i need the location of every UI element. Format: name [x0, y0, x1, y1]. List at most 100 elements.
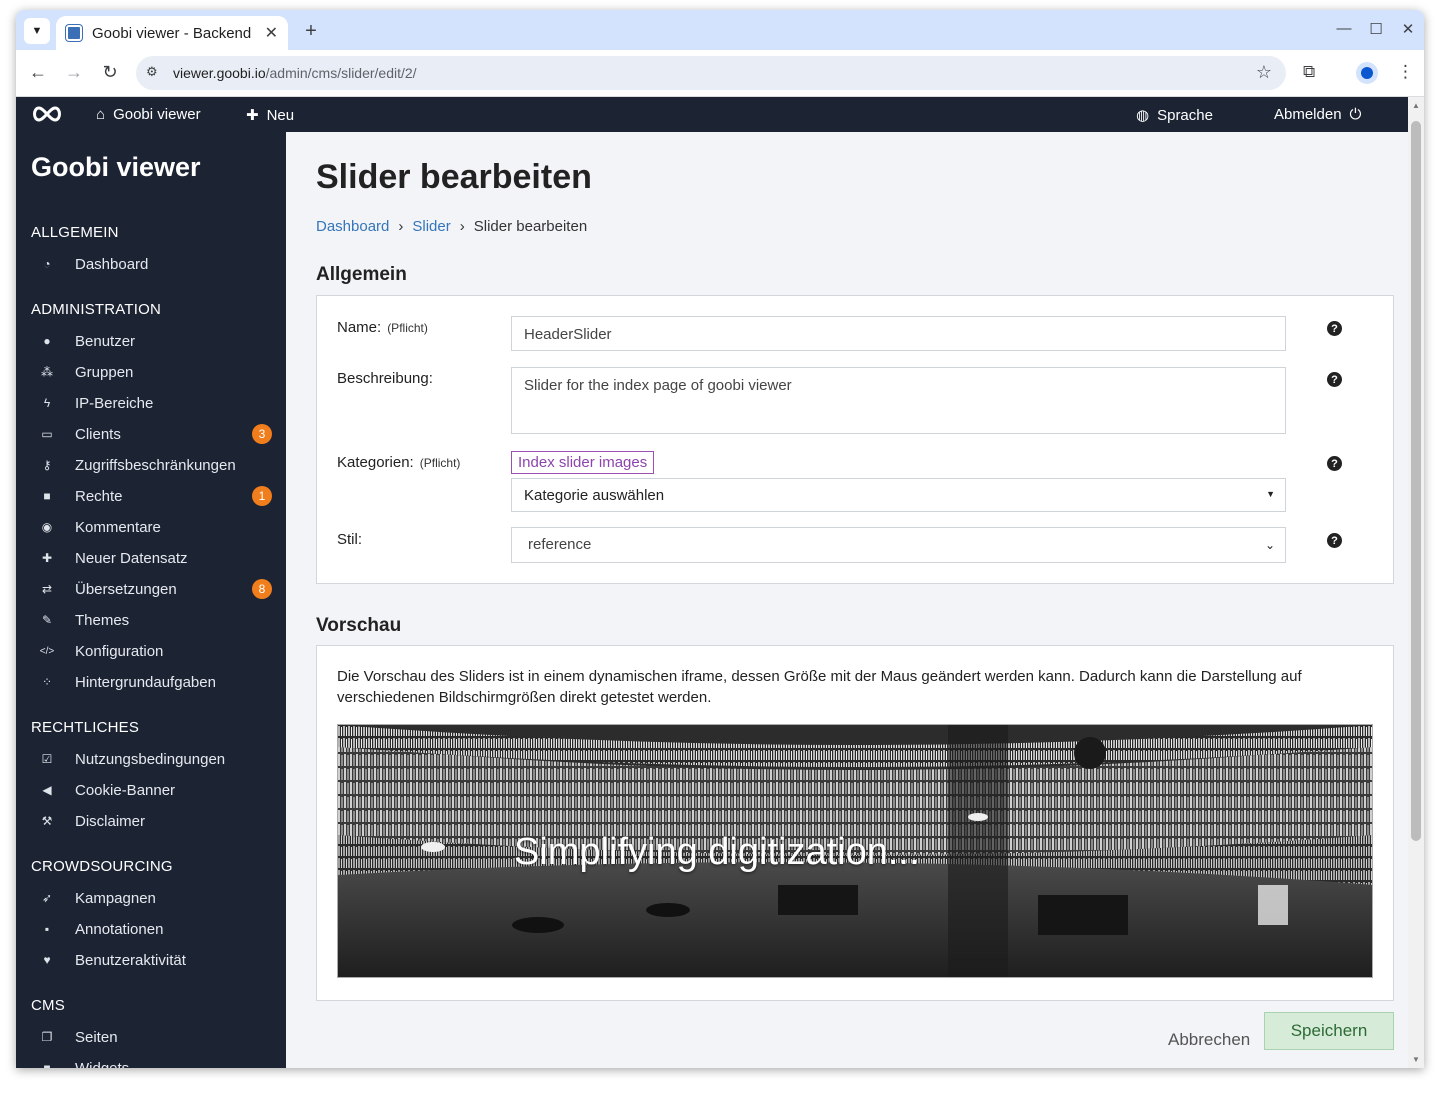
- sidebar-item-ip-ranges[interactable]: ϟ IP-Bereiche: [40, 391, 272, 415]
- sidebar-item-translations[interactable]: ⇄ Übersetzungen 8: [40, 577, 272, 601]
- name-label: Name: (Pflicht): [337, 319, 428, 336]
- browser-tab[interactable]: Goobi viewer - Backend ✕: [56, 16, 288, 50]
- sidebar-item-label: Übersetzungen: [75, 580, 177, 598]
- scrollbar-thumb[interactable]: [1411, 121, 1421, 841]
- goobi-favicon-icon: [66, 25, 82, 41]
- sidebar-section-legal: RECHTLICHES: [31, 719, 140, 736]
- sidebar-item-label: Widgets: [75, 1059, 130, 1069]
- clients-count-badge: 3: [252, 424, 272, 444]
- bolt-icon: ϟ: [43, 396, 51, 410]
- rights-count-badge: 1: [252, 486, 272, 506]
- power-icon: ⏻: [1349, 106, 1362, 123]
- sidebar-item-groups[interactable]: ⁂ Gruppen: [40, 360, 272, 384]
- language-link[interactable]: ◍ Sprache: [1136, 106, 1213, 125]
- sidebar-section-general: ALLGEMEIN: [31, 224, 119, 241]
- code-icon: </>: [39, 645, 55, 657]
- cancel-button[interactable]: Abbrechen: [1168, 1022, 1250, 1058]
- sidebar-item-comments[interactable]: ◉ Kommentare: [40, 515, 272, 539]
- sidebar-item-users[interactable]: ● Benutzer: [40, 329, 272, 353]
- sidebar-item-terms[interactable]: ☑ Nutzungsbedingungen: [40, 747, 272, 771]
- sidebar-item-rights[interactable]: ■ Rechte 1: [40, 484, 272, 508]
- url-path: /admin/cms/slider/edit/2/: [265, 65, 417, 81]
- new-link[interactable]: ✚ Neu: [246, 106, 294, 125]
- sidebar-section-cms: CMS: [31, 997, 65, 1014]
- profile-avatar[interactable]: [1356, 62, 1378, 84]
- help-icon[interactable]: ?: [1327, 533, 1342, 548]
- check-square-icon: ☑: [41, 752, 53, 766]
- url-host: viewer.goobi.io: [173, 65, 266, 81]
- sidebar-item-cookie-banner[interactable]: ◀ Cookie-Banner: [40, 778, 272, 802]
- page-scrollbar[interactable]: ▲ ▼: [1408, 97, 1424, 1068]
- sidebar-item-new-record[interactable]: ✚ Neuer Datensatz: [40, 546, 272, 570]
- browser-toolbar: ← → ↻ ⚙ viewer.goobi.io/admin/cms/slider…: [16, 50, 1424, 97]
- preview-section-title: Vorschau: [316, 615, 402, 636]
- preview-panel: Die Vorschau des Sliders ist in einem dy…: [316, 645, 1394, 1001]
- breadcrumb-dashboard-link[interactable]: Dashboard: [316, 218, 389, 235]
- url-text: viewer.goobi.io/admin/cms/slider/edit/2/: [173, 65, 417, 81]
- address-bar[interactable]: ⚙ viewer.goobi.io/admin/cms/slider/edit/…: [136, 56, 1286, 90]
- breadcrumb-separator: ›: [398, 218, 404, 235]
- key-icon: ⚷: [42, 458, 52, 472]
- sidebar-item-widgets[interactable]: ■ Widgets: [40, 1056, 272, 1069]
- scroll-up-icon[interactable]: ▲: [1412, 101, 1420, 110]
- close-tab-icon[interactable]: ✕: [265, 23, 278, 43]
- preview-description: Die Vorschau des Sliders ist in einem dy…: [337, 668, 1302, 706]
- style-select[interactable]: reference ⌄: [511, 527, 1286, 563]
- sidebar-item-label: Neuer Datensatz: [75, 549, 188, 567]
- sidebar-item-background-tasks[interactable]: ⁘ Hintergrundaufgaben: [40, 670, 272, 694]
- category-chip[interactable]: Index slider images: [511, 451, 655, 474]
- users-icon: ⁂: [41, 365, 53, 379]
- tab-search-button[interactable]: ▼: [24, 18, 50, 44]
- extensions-icon[interactable]: ⧉: [1303, 62, 1315, 82]
- save-button[interactable]: Speichern: [1264, 1012, 1394, 1050]
- exchange-icon: ⇄: [41, 582, 53, 596]
- back-icon[interactable]: ←: [26, 62, 50, 83]
- slider-preview-iframe[interactable]: Simplifying digitization...: [337, 724, 1373, 978]
- sidebar-item-label: Themes: [75, 611, 130, 629]
- scroll-down-icon[interactable]: ▼: [1412, 1055, 1420, 1064]
- sidebar-item-label: Gruppen: [75, 363, 134, 381]
- breadcrumb-current: Slider bearbeiten: [473, 218, 588, 235]
- close-window-icon[interactable]: ✕: [1398, 20, 1418, 38]
- sidebar-item-campaigns[interactable]: ➶ Kampagnen: [40, 886, 272, 910]
- sidebar-item-dashboard[interactable]: ◔ Dashboard: [40, 252, 272, 276]
- general-panel: Name: (Pflicht) HeaderSlider ? Beschreibu…: [316, 295, 1394, 584]
- logout-link[interactable]: Abmelden ⏻: [1274, 106, 1361, 123]
- sidebar-item-configuration[interactable]: </> Konfiguration: [40, 639, 272, 663]
- categories-label-text: Kategorien:: [337, 454, 414, 471]
- goobi-logo-icon[interactable]: [30, 104, 64, 124]
- plus-icon: ✚: [41, 551, 53, 565]
- description-textarea[interactable]: Slider for the index page of goobi viewe…: [511, 367, 1286, 434]
- breadcrumb: Dashboard › Slider › Slider bearbeiten: [316, 218, 587, 235]
- lock-icon: ■: [43, 489, 51, 503]
- category-select-value: Kategorie auswählen: [524, 487, 665, 504]
- slide-caption: Simplifying digitization...: [514, 831, 920, 873]
- bookmark-star-icon[interactable]: ☆: [1256, 62, 1272, 83]
- reload-icon[interactable]: ↻: [98, 62, 122, 83]
- category-select[interactable]: Kategorie auswählen ▼: [511, 478, 1286, 512]
- maximize-icon[interactable]: ☐: [1366, 20, 1386, 38]
- breadcrumb-slider-link[interactable]: Slider: [412, 218, 450, 235]
- sidebar-item-label: Rechte: [75, 487, 123, 505]
- sidebar-item-themes[interactable]: ✎ Themes: [40, 608, 272, 632]
- forward-icon[interactable]: →: [62, 62, 86, 83]
- new-tab-icon[interactable]: +: [298, 18, 324, 44]
- style-select-value: reference: [528, 536, 592, 553]
- site-info-icon[interactable]: ⚙: [146, 64, 164, 82]
- minimize-icon[interactable]: —: [1334, 20, 1354, 37]
- help-icon[interactable]: ?: [1327, 372, 1342, 387]
- sidebar-item-disclaimer[interactable]: ⚒ Disclaimer: [40, 809, 272, 833]
- sidebar-item-clients[interactable]: ▭ Clients 3: [40, 422, 272, 446]
- tab-strip: ▼ Goobi viewer - Backend ✕ + — ☐ ✕: [16, 10, 1424, 50]
- more-menu-icon[interactable]: ⋮: [1397, 62, 1414, 82]
- sidebar-item-pages[interactable]: ❐ Seiten: [40, 1025, 272, 1049]
- name-input[interactable]: HeaderSlider: [511, 316, 1286, 351]
- heartbeat-icon: ♥: [43, 953, 51, 967]
- sidebar-item-annotations[interactable]: ▪ Annotationen: [40, 917, 272, 941]
- sidebar-item-user-activity[interactable]: ♥ Benutzeraktivität: [40, 948, 272, 972]
- help-icon[interactable]: ?: [1327, 456, 1342, 471]
- help-icon[interactable]: ?: [1327, 321, 1342, 336]
- home-link[interactable]: ⌂ Goobi viewer: [96, 106, 201, 123]
- plus-icon: ✚: [246, 107, 259, 124]
- sidebar-item-access-restrictions[interactable]: ⚷ Zugriffsbeschränkungen: [40, 453, 272, 477]
